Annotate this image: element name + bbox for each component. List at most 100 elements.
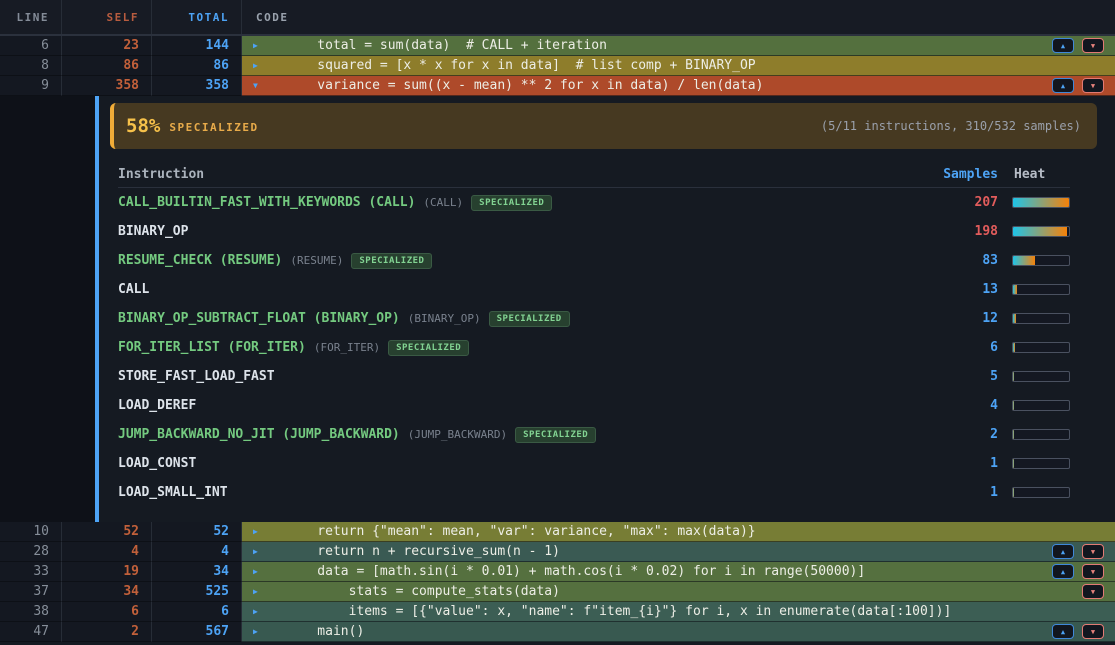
line-number: 33	[0, 562, 62, 582]
instruction-row: JUMP_BACKWARD_NO_JIT (JUMP_BACKWARD)(JUM…	[118, 420, 1070, 449]
jump-down-button[interactable]: ▼	[1082, 564, 1104, 579]
self-samples: 358	[62, 76, 152, 96]
heat-bar-fill	[1013, 430, 1014, 439]
code-cell[interactable]: ▶ stats = compute_stats(data) ▼	[242, 582, 1115, 602]
expand-icon[interactable]: ▶	[253, 542, 258, 561]
code-text: main()	[286, 622, 364, 641]
specialization-summary-banner: 58% SPECIALIZED (5/11 instructions, 310/…	[110, 103, 1097, 149]
line-number: 8	[0, 56, 62, 76]
line-number: 9	[0, 76, 62, 96]
line-number: 6	[0, 36, 62, 56]
heat-bar	[1012, 487, 1070, 498]
self-samples: 19	[62, 562, 152, 582]
code-cell[interactable]: ▶ squared = [x * x for x in data] # list…	[242, 56, 1115, 76]
code-cell[interactable]: ▶ return n + recursive_sum(n - 1) ▲ ▼	[242, 542, 1115, 562]
instruction-samples: 12	[918, 311, 998, 326]
instruction-name-group: RESUME_CHECK (RESUME) (RESUME) SPECIALIZED	[118, 253, 918, 269]
self-samples: 52	[62, 522, 152, 542]
specialized-badge: SPECIALIZED	[515, 427, 596, 443]
heat-bar-fill	[1013, 314, 1016, 323]
code-row: 105252▶ return {"mean": mean, "var": var…	[0, 522, 1115, 542]
jump-down-button[interactable]: ▼	[1082, 544, 1104, 559]
instruction-name-group: LOAD_CONST	[118, 456, 918, 471]
code-text: variance = sum((x - mean) ** 2 for x in …	[286, 76, 763, 95]
jump-up-button[interactable]: ▲	[1052, 544, 1074, 559]
jump-down-button[interactable]: ▼	[1082, 38, 1104, 53]
instruction-base-opcode: (CALL)	[423, 196, 463, 209]
total-samples: 525	[152, 582, 242, 602]
code-row: 623144▶ total = sum(data) # CALL + itera…	[0, 36, 1115, 56]
profiler-table-header: LINE SELF TOTAL CODE	[0, 0, 1115, 36]
specialized-badge: SPECIALIZED	[388, 340, 469, 356]
code-cell[interactable]: ▼ variance = sum((x - mean) ** 2 for x i…	[242, 76, 1115, 96]
specialized-detail: (5/11 instructions, 310/532 samples)	[821, 119, 1081, 133]
code-rows-top: 623144▶ total = sum(data) # CALL + itera…	[0, 36, 1115, 96]
instruction-row: LOAD_CONST1	[118, 449, 1070, 478]
heat-bar-fill	[1013, 488, 1014, 497]
line-number: 37	[0, 582, 62, 602]
row-nav-buttons: ▲▼	[1052, 78, 1104, 93]
expand-icon[interactable]: ▶	[253, 522, 258, 541]
expand-icon[interactable]: ▶	[253, 582, 258, 601]
jump-up-button[interactable]: ▲	[1052, 624, 1074, 639]
jump-down-button[interactable]: ▼	[1082, 78, 1104, 93]
total-samples: 144	[152, 36, 242, 56]
column-header-code: CODE	[242, 0, 1115, 34]
instruction-base-opcode: (RESUME)	[290, 254, 343, 267]
instruction-row: CALL13	[118, 275, 1070, 304]
instruction-row: LOAD_DEREF4	[118, 391, 1070, 420]
line-detail-panel: 58% SPECIALIZED (5/11 instructions, 310/…	[0, 96, 1115, 522]
column-header-total: TOTAL	[152, 0, 242, 34]
heat-bar-fill	[1013, 198, 1069, 207]
jump-up-button[interactable]: ▲	[1052, 78, 1074, 93]
code-cell[interactable]: ▶ items = [{"value": x, "name": f"item_{…	[242, 602, 1115, 622]
instruction-samples: 1	[918, 485, 998, 500]
instruction-name-group: BINARY_OP	[118, 224, 918, 239]
jump-up-button[interactable]: ▲	[1052, 564, 1074, 579]
heat-bar	[1012, 400, 1070, 411]
heat-bar-fill	[1013, 285, 1017, 294]
line-number: 10	[0, 522, 62, 542]
instruction-samples: 1	[918, 456, 998, 471]
jump-down-button[interactable]: ▼	[1082, 584, 1104, 599]
code-cell[interactable]: ▶ return {"mean": mean, "var": variance,…	[242, 522, 1115, 542]
instruction-row: STORE_FAST_LOAD_FAST5	[118, 362, 1070, 391]
instruction-name: CALL_BUILTIN_FAST_WITH_KEYWORDS (CALL)	[118, 195, 415, 210]
column-header-instruction: Instruction	[118, 167, 918, 182]
instruction-name-group: LOAD_DEREF	[118, 398, 918, 413]
total-samples: 86	[152, 56, 242, 76]
instruction-name: RESUME_CHECK (RESUME)	[118, 253, 282, 268]
collapse-icon[interactable]: ▼	[253, 76, 258, 95]
instruction-name: CALL	[118, 282, 149, 297]
instruction-rows: CALL_BUILTIN_FAST_WITH_KEYWORDS (CALL) (C…	[118, 188, 1070, 507]
instruction-samples: 5	[918, 369, 998, 384]
expand-icon[interactable]: ▶	[253, 562, 258, 581]
instruction-row: RESUME_CHECK (RESUME) (RESUME) SPECIALIZED…	[118, 246, 1070, 275]
expand-icon[interactable]: ▶	[253, 56, 258, 75]
instruction-samples: 207	[918, 195, 998, 210]
code-text: return n + recursive_sum(n - 1)	[286, 542, 560, 561]
code-row: 2844▶ return n + recursive_sum(n - 1)▲▼	[0, 542, 1115, 562]
jump-down-button[interactable]: ▼	[1082, 624, 1104, 639]
total-samples: 4	[152, 542, 242, 562]
code-text: stats = compute_stats(data)	[286, 582, 560, 601]
specialized-badge: SPECIALIZED	[351, 253, 432, 269]
jump-up-button[interactable]: ▲	[1052, 38, 1074, 53]
instruction-row: BINARY_OP_SUBTRACT_FLOAT (BINARY_OP)(BIN…	[118, 304, 1070, 333]
expand-icon[interactable]: ▶	[253, 602, 258, 621]
code-cell[interactable]: ▶ main() ▲ ▼	[242, 622, 1115, 642]
self-samples: 4	[62, 542, 152, 562]
code-text: data = [math.sin(i * 0.01) + math.cos(i …	[286, 562, 865, 581]
code-cell[interactable]: ▶ data = [math.sin(i * 0.01) + math.cos(…	[242, 562, 1115, 582]
expand-icon[interactable]: ▶	[253, 622, 258, 641]
heat-bar-fill	[1013, 227, 1067, 236]
code-cell[interactable]: ▶ total = sum(data) # CALL + iteration▲▼	[242, 36, 1115, 56]
heat-bar	[1012, 313, 1070, 324]
line-number: 47	[0, 622, 62, 642]
line-number: 28	[0, 542, 62, 562]
code-text: return {"mean": mean, "var": variance, "…	[286, 522, 756, 541]
expand-icon[interactable]: ▶	[253, 36, 258, 55]
code-row: 88686▶ squared = [x * x for x in data] #…	[0, 56, 1115, 76]
instruction-row: FOR_ITER_LIST (FOR_ITER)(FOR_ITER)SPECIA…	[118, 333, 1070, 362]
instruction-row: BINARY_OP198	[118, 217, 1070, 246]
